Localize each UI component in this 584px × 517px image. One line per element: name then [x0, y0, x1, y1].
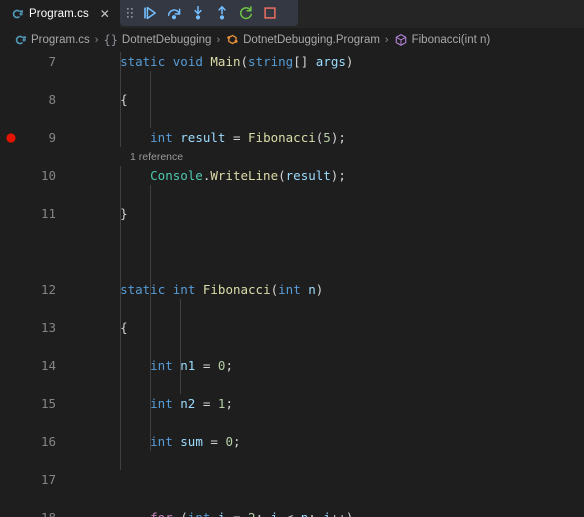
- line-number: 11: [40, 206, 56, 221]
- code-text: int sum = 0;: [150, 434, 241, 449]
- line-number: 17: [40, 472, 56, 487]
- line-number: 7: [48, 54, 56, 69]
- gutter-slot[interactable]: [0, 90, 22, 109]
- breadcrumb-item-file[interactable]: Program.cs: [13, 33, 90, 47]
- gutter-slot[interactable]: [0, 204, 22, 223]
- indent-guide: [180, 299, 182, 394]
- code-line[interactable]: 13 {: [0, 318, 584, 337]
- gutter-slot[interactable]: [0, 394, 22, 413]
- code-line[interactable]: 9 int result = Fibonacci(5);: [0, 128, 584, 147]
- breadcrumb-separator: ›: [384, 34, 389, 46]
- step-out-button[interactable]: [210, 2, 234, 24]
- gutter-slot[interactable]: [0, 356, 22, 375]
- gutter-slot[interactable]: [0, 52, 22, 71]
- codelens-reference-link[interactable]: 1 reference: [130, 147, 183, 166]
- line-number: 15: [40, 396, 56, 411]
- code-lines: 7 static void Main(string[] args) 8{9 int r…: [0, 52, 584, 517]
- indent-guide: [150, 71, 152, 128]
- csharp-file-icon: [10, 7, 24, 21]
- codelens-row: 1 reference: [0, 147, 584, 166]
- line-number: 10: [40, 168, 56, 183]
- code-text: int n1 = 0;: [150, 358, 233, 373]
- code-text: int n2 = 1;: [150, 396, 233, 411]
- line-number: 16: [40, 434, 56, 449]
- code-text: {: [120, 320, 128, 335]
- breadcrumb-label-file: Program.cs: [31, 34, 90, 46]
- code-text: for (int i = 2; i < n; i++): [150, 508, 353, 517]
- close-icon[interactable]: ✕: [98, 8, 112, 20]
- indent-guide: [120, 166, 122, 470]
- breadcrumb-item-namespace[interactable]: {} DotnetDebugging: [103, 34, 211, 46]
- gutter-slot[interactable]: [0, 166, 22, 185]
- line-number: 13: [40, 320, 56, 335]
- editor-tab-label: Program.cs: [29, 8, 89, 20]
- breadcrumb-separator: ›: [94, 34, 99, 46]
- code-text: Console. WriteLine(result);: [150, 168, 346, 183]
- class-icon: [225, 33, 239, 47]
- namespace-braces-icon: {}: [103, 33, 118, 47]
- csharp-file-icon: [13, 33, 27, 47]
- debug-toolbar: [120, 0, 298, 26]
- line-number: 14: [40, 358, 56, 373]
- breadcrumb-item-method[interactable]: Fibonacci(int n): [394, 33, 491, 47]
- gutter-slot[interactable]: [0, 470, 22, 489]
- code-text: static void Main(string[] args): [120, 54, 354, 69]
- code-line[interactable]: 11}: [0, 204, 584, 223]
- line-number: 9: [48, 130, 56, 145]
- step-into-button[interactable]: [186, 2, 210, 24]
- editor-tab-program-cs[interactable]: Program.cs ✕: [0, 0, 120, 28]
- step-over-button[interactable]: [162, 2, 186, 24]
- line-number: 18: [22, 508, 56, 517]
- vscode-editor-window: Program.cs ✕ Program.cs › {} DotnetDebug…: [0, 0, 584, 517]
- restart-button[interactable]: [234, 2, 258, 24]
- line-number: 8: [48, 92, 56, 107]
- continue-button[interactable]: [138, 2, 162, 24]
- breadcrumb: Program.cs › {} DotnetDebugging › Dotnet…: [0, 28, 584, 52]
- code-text: }: [120, 206, 128, 221]
- gutter-slot[interactable]: [0, 432, 22, 451]
- code-editor[interactable]: 7 static void Main(string[] args) 8{9 int r…: [0, 52, 584, 517]
- code-line[interactable]: 8{: [0, 90, 584, 109]
- indent-guide: [120, 52, 122, 147]
- breadcrumb-label-class: DotnetDebugging.Program: [243, 34, 380, 46]
- breadcrumb-label-method: Fibonacci(int n): [411, 34, 491, 46]
- code-line[interactable]: 12 static int Fibonacci(int n): [0, 280, 584, 299]
- gutter-slot[interactable]: [0, 280, 22, 299]
- breadcrumb-separator: ›: [216, 34, 221, 46]
- code-text: int result = Fibonacci(5);: [150, 130, 346, 145]
- code-line[interactable]: 10 Console. WriteLine(result);: [0, 166, 584, 185]
- code-line[interactable]: 7 static void Main(string[] args): [0, 52, 584, 71]
- method-cube-icon: [394, 33, 408, 47]
- code-text: {: [120, 92, 128, 107]
- grip-dots-icon[interactable]: [124, 2, 138, 24]
- breadcrumb-label-namespace: DotnetDebugging: [121, 34, 212, 46]
- code-line[interactable]: 14 int n1 = 0;: [0, 356, 584, 375]
- code-line[interactable]: 15 int n2 = 1;: [0, 394, 584, 413]
- breakpoint-icon[interactable]: [0, 128, 22, 147]
- line-number: 12: [40, 282, 56, 297]
- gutter-slot[interactable]: [0, 318, 22, 337]
- code-line[interactable]: 16 int sum = 0;: [0, 432, 584, 451]
- breadcrumb-item-class[interactable]: DotnetDebugging.Program: [225, 33, 380, 47]
- stop-button[interactable]: [258, 2, 282, 24]
- gutter-slot[interactable]: [0, 508, 22, 517]
- code-line[interactable]: 18 for (int i = 2; i < n; i++): [0, 508, 584, 517]
- code-line[interactable]: 17: [0, 470, 584, 489]
- indent-guide: [150, 185, 152, 451]
